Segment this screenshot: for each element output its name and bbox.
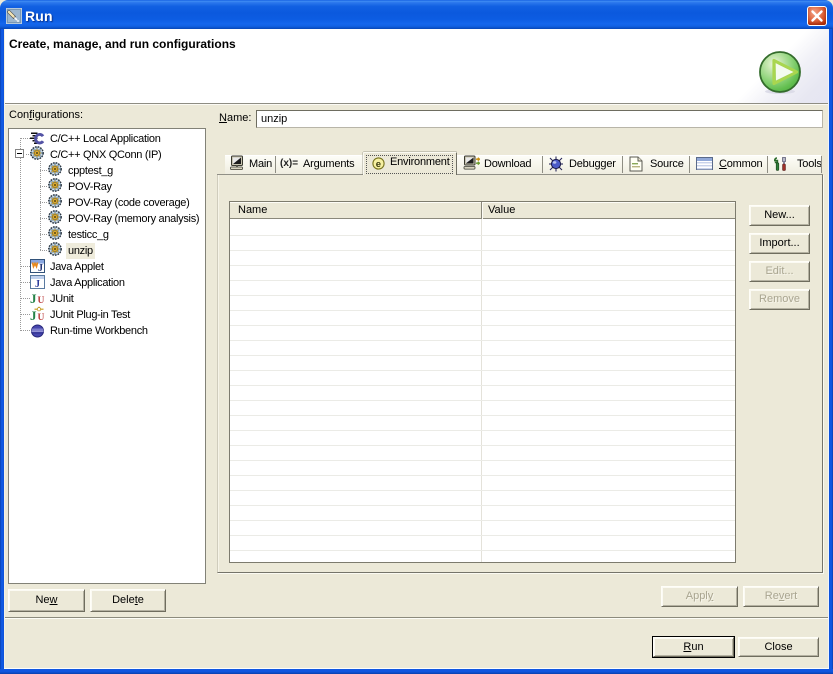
svg-text:J: J <box>35 279 40 289</box>
svg-text:J: J <box>38 263 43 273</box>
svg-text:J: J <box>30 291 37 305</box>
svg-text:U: U <box>38 296 45 305</box>
svg-text:J: J <box>30 308 37 322</box>
svg-text:e: e <box>376 159 381 170</box>
svg-text:U: U <box>38 313 45 322</box>
